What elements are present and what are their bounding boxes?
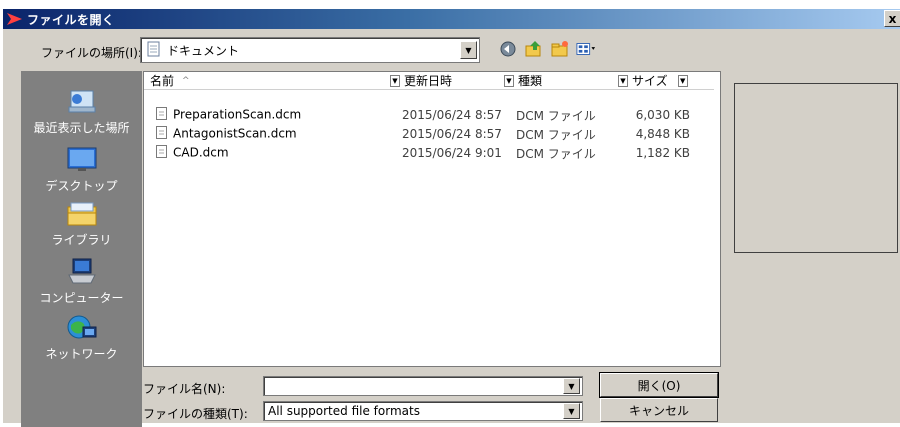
- title-bar[interactable]: ファイルを開く x: [3, 9, 900, 29]
- preview-pane: [734, 83, 898, 253]
- app-icon: [6, 12, 24, 26]
- file-name: PreparationScan.dcm: [173, 107, 302, 122]
- filetype-select[interactable]: All supported file formats ▼: [263, 401, 583, 421]
- file-size: 6,030 KB: [635, 108, 690, 122]
- file-size: 1,182 KB: [635, 146, 690, 160]
- file-date: 2015/06/24 8:57: [402, 108, 502, 122]
- file-type: DCM ファイル: [516, 146, 596, 161]
- view-menu-icon[interactable]: [576, 39, 596, 59]
- file-size: 4,848 KB: [635, 127, 690, 141]
- back-icon[interactable]: [498, 39, 518, 59]
- lookin-label: ファイルの場所(I):: [41, 46, 142, 60]
- filename-dropdown-arrow[interactable]: ▼: [563, 378, 580, 394]
- filetype-label: ファイルの種類(T):: [143, 407, 248, 421]
- column-filter-icon[interactable]: ▼: [390, 74, 400, 87]
- filename-label: ファイル名(N):: [143, 382, 226, 396]
- place-desktop[interactable]: デスクトップ: [21, 145, 142, 194]
- column-header-size[interactable]: ▼ サイズ ▼: [618, 72, 714, 90]
- file-icon: [156, 126, 167, 142]
- new-folder-icon[interactable]: [550, 39, 570, 59]
- lookin-dropdown-arrow[interactable]: ▼: [460, 41, 477, 59]
- place-computer[interactable]: コンピューター: [21, 257, 142, 306]
- column-filter-icon[interactable]: ▼: [618, 74, 628, 87]
- libraries-icon: [65, 199, 99, 229]
- file-list[interactable]: 名前 ^ ▼ 更新日時 ▼ 種類 ▼ サイズ ▼ PreparationScan…: [143, 71, 721, 367]
- close-button[interactable]: x: [884, 10, 900, 27]
- file-row[interactable]: CAD.dcm 2015/06/24 9:01 DCM ファイル 1,182 K…: [144, 144, 720, 162]
- cancel-button[interactable]: キャンセル: [600, 398, 718, 422]
- lookin-combo[interactable]: ドキュメント ▼: [140, 37, 480, 63]
- network-icon: [65, 313, 99, 343]
- toolbar: [498, 39, 596, 59]
- open-button[interactable]: 開く(O): [599, 372, 719, 398]
- file-row[interactable]: AntagonistScan.dcm 2015/06/24 8:57 DCM フ…: [144, 125, 720, 143]
- column-filter-icon[interactable]: ▼: [677, 74, 688, 87]
- column-filter-icon[interactable]: ▼: [504, 74, 514, 87]
- column-header-date[interactable]: ▼ 更新日時: [390, 72, 504, 90]
- place-libraries[interactable]: ライブラリ: [21, 199, 142, 248]
- open-file-dialog: ファイルを開く x ファイルの場所(I): ドキュメント ▼ 最近表示した場所 …: [2, 8, 900, 427]
- file-type: DCM ファイル: [516, 108, 596, 123]
- desktop-icon: [65, 145, 99, 175]
- window-title: ファイルを開く: [27, 12, 115, 27]
- computer-icon: [65, 257, 99, 287]
- file-icon: [156, 107, 167, 123]
- documents-icon: [147, 41, 161, 60]
- file-name: AntagonistScan.dcm: [173, 126, 297, 141]
- filename-input[interactable]: ▼: [263, 376, 583, 396]
- filetype-dropdown-arrow[interactable]: ▼: [563, 403, 580, 419]
- places-bar: 最近表示した場所 デスクトップ ライブラリ コンピューター ネットワーク: [21, 71, 142, 427]
- recent-places-icon: [65, 87, 99, 117]
- place-recent[interactable]: 最近表示した場所: [21, 87, 142, 136]
- lookin-value: ドキュメント: [167, 43, 240, 58]
- sort-ascending-icon: ^: [182, 75, 190, 86]
- file-icon: [156, 145, 167, 161]
- file-row[interactable]: PreparationScan.dcm 2015/06/24 8:57 DCM …: [144, 106, 720, 124]
- up-folder-icon[interactable]: [524, 39, 544, 59]
- file-date: 2015/06/24 8:57: [402, 127, 502, 141]
- file-type: DCM ファイル: [516, 127, 596, 142]
- column-header-name[interactable]: 名前 ^: [144, 72, 390, 90]
- file-date: 2015/06/24 9:01: [402, 146, 502, 160]
- column-header-type[interactable]: ▼ 種類: [504, 72, 618, 90]
- place-network[interactable]: ネットワーク: [21, 313, 142, 362]
- file-name: CAD.dcm: [173, 145, 229, 160]
